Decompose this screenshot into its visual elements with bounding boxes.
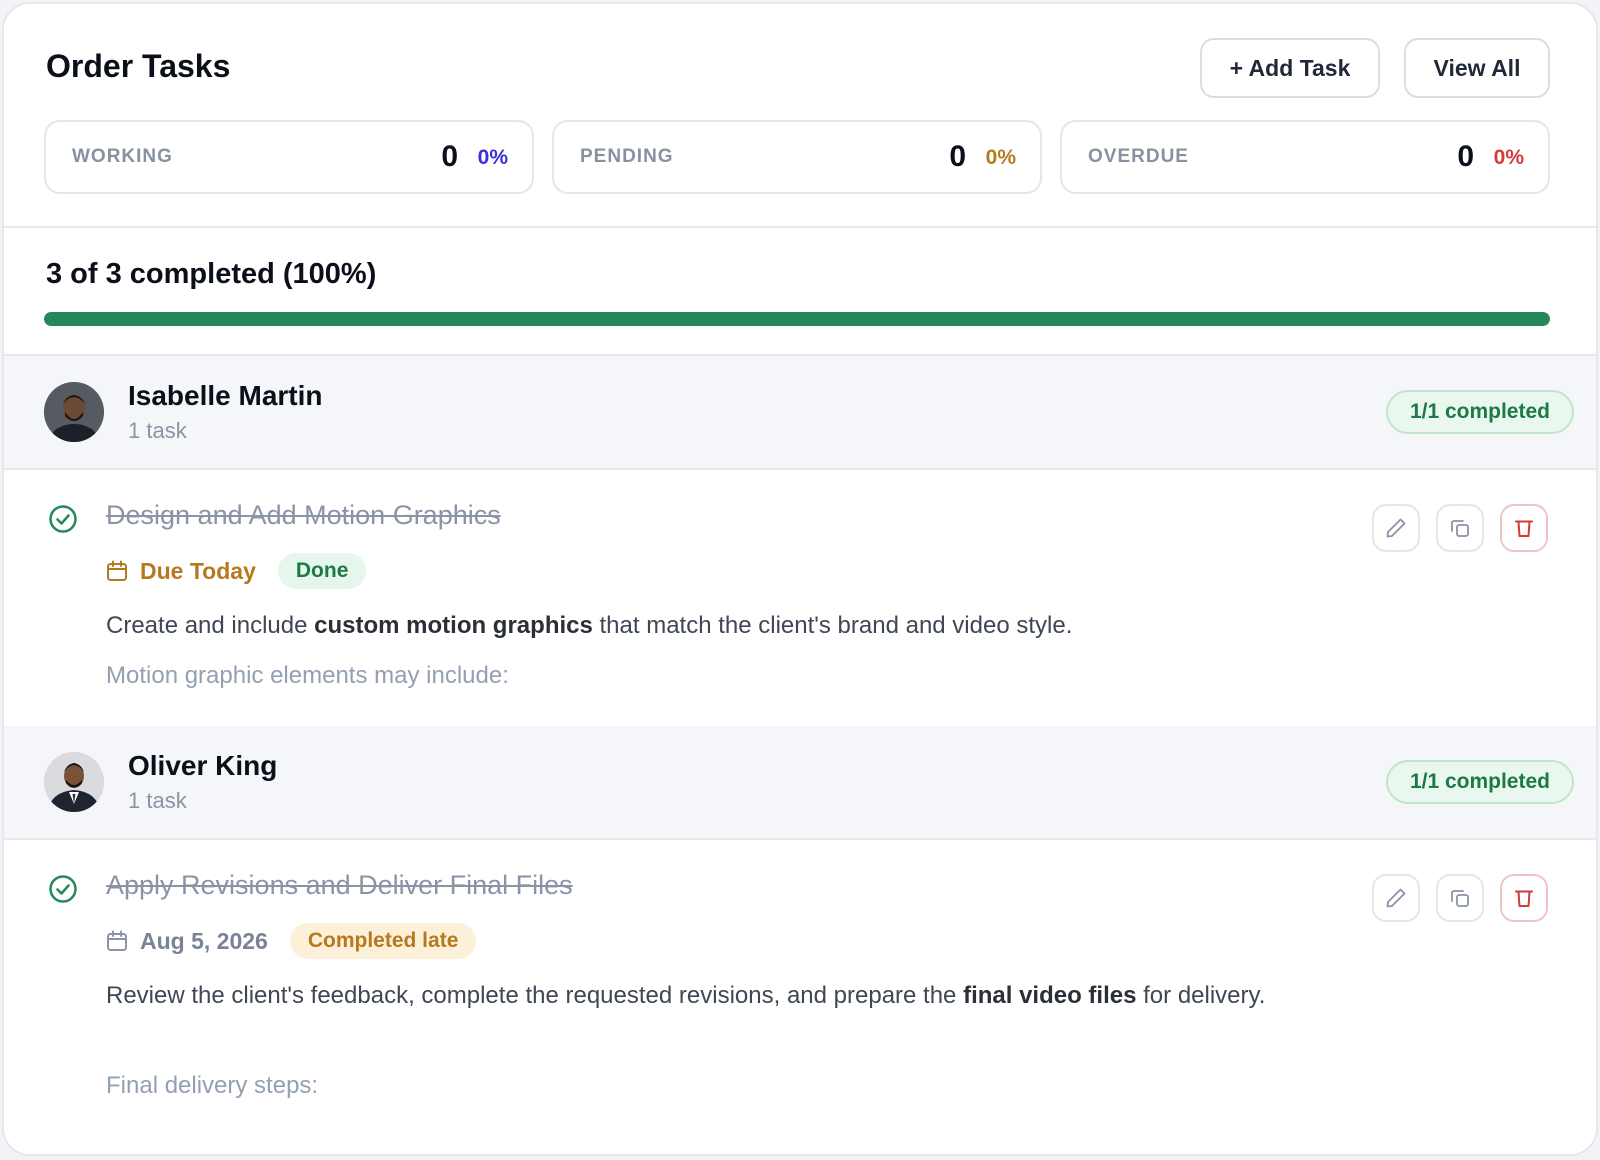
trash-icon xyxy=(1515,520,1533,537)
status-badge: Done xyxy=(277,553,367,589)
stat-working: WORKING 0 0% xyxy=(44,120,534,194)
task-description: Create and include custom motion graphic… xyxy=(106,606,1306,646)
due-date: Aug 5, 2026 xyxy=(140,927,268,954)
check-circle-icon[interactable] xyxy=(48,874,78,904)
assignee-task-count: 1 task xyxy=(128,418,187,443)
progress-text: 3 of 3 completed (100%) xyxy=(46,258,377,290)
pencil-icon xyxy=(1386,888,1406,908)
description-text: that match the client's brand and video … xyxy=(592,612,1073,639)
task-description: Review the client's feedback, complete t… xyxy=(106,976,1306,1016)
check-circle-icon[interactable] xyxy=(48,504,78,534)
task-meta: Aug 5, 2026 Completed late xyxy=(106,922,477,960)
task-meta: Due Today Done xyxy=(106,552,367,590)
edit-button[interactable] xyxy=(1372,874,1420,922)
description-emphasis: final video files xyxy=(963,982,1137,1009)
completion-badge: 1/1 completed xyxy=(1385,390,1574,434)
calendar-icon xyxy=(107,930,127,951)
pencil-icon xyxy=(1386,518,1406,538)
page-title: Order Tasks xyxy=(46,48,231,84)
stat-label: WORKING xyxy=(72,146,173,167)
stat-percent: 0% xyxy=(985,146,1016,169)
stat-label: OVERDUE xyxy=(1088,146,1189,167)
duplicate-button[interactable] xyxy=(1436,504,1484,552)
progress-fill xyxy=(44,312,1550,326)
edit-button[interactable] xyxy=(1372,504,1420,552)
description-text: Review the client's feedback, complete t… xyxy=(106,982,964,1009)
assignee-group-header[interactable]: Oliver King 1 task 1/1 completed xyxy=(4,726,1596,840)
progress-section: 3 of 3 completed (100%) xyxy=(4,228,1596,356)
order-tasks-card: Order Tasks + Add Task View All WORKING … xyxy=(2,2,1598,1156)
completion-badge: 1/1 completed xyxy=(1385,760,1574,804)
delete-button[interactable] xyxy=(1500,504,1548,552)
description-text: for delivery. xyxy=(1136,982,1266,1009)
duplicate-button[interactable] xyxy=(1436,874,1484,922)
stat-count: 0 xyxy=(1457,140,1474,173)
status-badge: Completed late xyxy=(289,923,477,959)
copy-icon xyxy=(1451,520,1469,537)
task-title[interactable]: Apply Revisions and Deliver Final Files xyxy=(106,870,573,901)
avatar xyxy=(44,382,104,442)
view-all-button[interactable]: View All xyxy=(1404,38,1550,98)
task-item[interactable]: Apply Revisions and Deliver Final Files … xyxy=(4,840,1596,1154)
stat-label: PENDING xyxy=(580,146,674,167)
progress-bar xyxy=(44,312,1550,326)
calendar-icon xyxy=(107,560,127,581)
due-date: Due Today xyxy=(140,557,256,584)
assignee-name: Oliver King xyxy=(128,750,278,781)
task-title[interactable]: Design and Add Motion Graphics xyxy=(106,500,501,531)
stat-overdue: OVERDUE 0 0% xyxy=(1060,120,1550,194)
stat-pending: PENDING 0 0% xyxy=(552,120,1042,194)
stat-percent: 0% xyxy=(1493,146,1524,169)
trash-icon xyxy=(1515,890,1533,907)
task-item[interactable]: Design and Add Motion Graphics Due Today… xyxy=(4,470,1596,726)
description-emphasis: custom motion graphics xyxy=(314,612,593,639)
stat-count: 0 xyxy=(949,140,966,173)
task-subheading: Motion graphic elements may include: xyxy=(106,662,509,689)
task-subheading: Final delivery steps: xyxy=(106,1072,319,1099)
assignee-group-header[interactable]: Isabelle Martin 1 task 1/1 completed xyxy=(4,356,1596,470)
avatar xyxy=(44,752,104,812)
assignee-name: Isabelle Martin xyxy=(128,380,323,411)
description-text: Create and include xyxy=(106,612,315,639)
stat-percent: 0% xyxy=(477,146,508,169)
add-task-button[interactable]: + Add Task xyxy=(1200,38,1380,98)
delete-button[interactable] xyxy=(1500,874,1548,922)
assignee-task-count: 1 task xyxy=(128,788,187,813)
copy-icon xyxy=(1451,890,1469,907)
tasks-header: Order Tasks + Add Task View All WORKING … xyxy=(4,4,1596,228)
stat-count: 0 xyxy=(441,140,458,173)
